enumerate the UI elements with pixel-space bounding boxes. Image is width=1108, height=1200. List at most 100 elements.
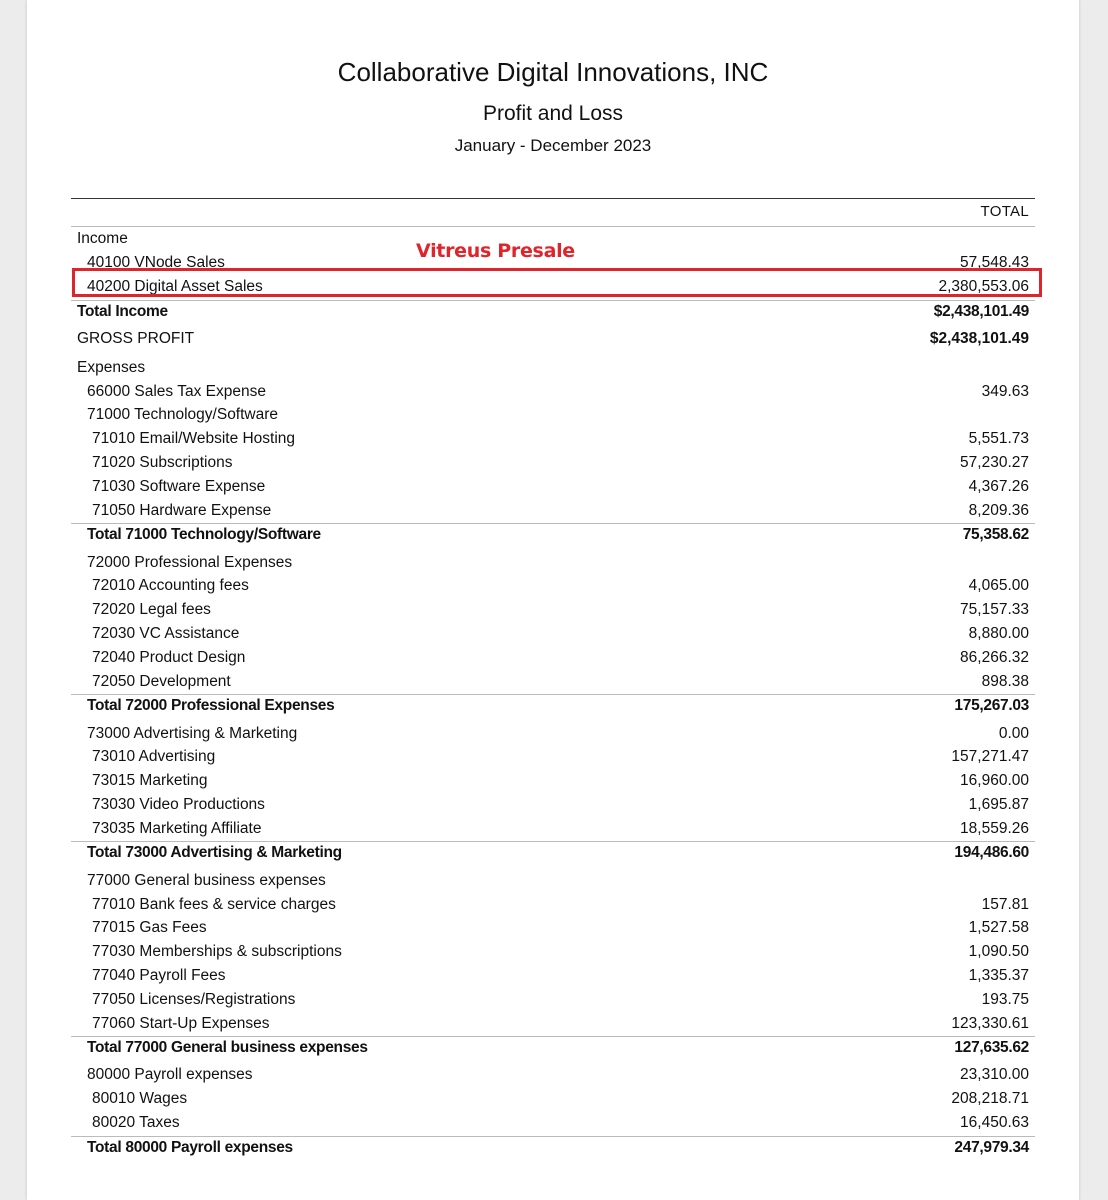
row-label: 72000 Professional Expenses [87,554,293,571]
total-row: Total 77000 General business expenses 127… [71,1036,1035,1059]
report-row: 73015 Marketing 16,960.00 [71,770,1035,792]
report-row: 73000 Advertising & Marketing 0.00 [71,723,1035,745]
row-label: 77060 Start-Up Expenses [92,1015,270,1032]
row-label: Income [77,230,128,247]
row-amount: $2,438,101.49 [933,303,1030,320]
report-title: Profit and Loss [482,102,624,125]
row-label: 71030 Software Expense [92,478,266,495]
row-label: 73010 Advertising [92,748,216,765]
row-amount: 16,450.63 [960,1114,1029,1131]
row-amount: 127,635.62 [954,1039,1029,1056]
report-row: 71020 Subscriptions 57,230.27 [71,452,1035,474]
row-label: 72020 Legal fees [92,601,211,618]
header-rule [71,198,1035,199]
report-row: Expenses [71,357,1035,379]
row-amount: 157.81 [981,896,1029,913]
row-amount: 0.00 [998,725,1029,742]
row-label: 73035 Marketing Affiliate [92,820,262,837]
row-label: 80020 Taxes [92,1114,180,1131]
report-row: 80020 Taxes 16,450.63 [71,1112,1035,1134]
report-row: 72020 Legal fees 75,157.33 [71,599,1035,621]
row-label: 77000 General business expenses [87,872,326,889]
row-amount: 193.75 [981,991,1029,1008]
row-amount: 247,979.34 [954,1139,1029,1156]
row-label: 73000 Advertising & Marketing [87,725,298,742]
row-amount: 23,310.00 [960,1066,1029,1083]
report-row: 71010 Email/Website Hosting 5,551.73 [71,428,1035,450]
report-row: 72000 Professional Expenses [71,552,1035,574]
row-label: 73030 Video Productions [92,796,265,813]
row-amount: 157,271.47 [951,748,1029,765]
report-row: 77050 Licenses/Registrations 193.75 [71,989,1035,1011]
row-label: 72050 Development [92,673,231,690]
report-row: 72050 Development 898.38 [71,671,1035,693]
row-label: 71000 Technology/Software [87,406,279,423]
row-label: Total 77000 General business expenses [87,1039,368,1056]
row-amount: 18,559.26 [960,820,1029,837]
row-label: Total 72000 Professional Expenses [87,697,335,714]
row-amount: 1,695.87 [968,796,1029,813]
row-amount: 1,527.58 [968,919,1029,936]
total-row: Total 72000 Professional Expenses 175,267… [71,694,1035,717]
row-label: 77015 Gas Fees [92,919,207,936]
report-row: 71000 Technology/Software [71,404,1035,426]
report-row: 73030 Video Productions 1,695.87 [71,794,1035,816]
row-label: Total Income [77,303,168,320]
report-row: 80000 Payroll expenses 23,310.00 [71,1064,1035,1086]
row-label: Expenses [77,359,146,376]
report-row: 80010 Wages 208,218.71 [71,1088,1035,1110]
row-amount: 5,551.73 [968,430,1029,447]
row-label: 72040 Product Design [92,649,246,666]
row-amount: 123,330.61 [951,1015,1029,1032]
row-amount: 4,367.26 [968,478,1029,495]
total-row: Total 80000 Payroll expenses 247,979.34 [71,1136,1035,1159]
report-row: 71050 Hardware Expense 8,209.36 [71,500,1035,522]
row-amount: 8,880.00 [968,625,1029,642]
row-label: 71010 Email/Website Hosting [92,430,296,447]
report-row: 71030 Software Expense 4,367.26 [71,476,1035,498]
report-row: 72010 Accounting fees 4,065.00 [71,575,1035,597]
row-amount: 1,335.37 [968,967,1029,984]
report-row: 77030 Memberships & subscriptions 1,090.5… [71,941,1035,963]
total-row: Total 71000 Technology/Software 75,358.62 [71,523,1035,546]
row-label: Total 73000 Advertising & Marketing [87,844,342,861]
row-amount: 16,960.00 [960,772,1029,789]
row-amount: 208,218.71 [951,1090,1029,1107]
row-amount: 8,209.36 [968,502,1029,519]
highlight-box [72,268,1042,297]
row-label: 72030 VC Assistance [92,625,240,642]
report-row: 73035 Marketing Affiliate 18,559.26 [71,818,1035,840]
row-label: 66000 Sales Tax Expense [87,383,266,400]
row-amount: 1,090.50 [968,943,1029,960]
row-amount: $2,438,101.49 [929,330,1029,347]
row-amount: 75,157.33 [960,601,1029,618]
total-row: Total 73000 Advertising & Marketing 194,4… [71,841,1035,864]
row-label: 71050 Hardware Expense [92,502,272,519]
report-row: 77000 General business expenses [71,870,1035,892]
row-label: Total 71000 Technology/Software [87,526,321,543]
report-row: 77010 Bank fees & service charges 157.81 [71,894,1035,916]
row-amount: 86,266.32 [960,649,1029,666]
row-amount: 57,230.27 [960,454,1029,471]
column-header-total: TOTAL [980,203,1029,220]
row-label: 77050 Licenses/Registrations [92,991,296,1008]
report-row: 77060 Start-Up Expenses 123,330.61 [71,1013,1035,1035]
row-amount: 349.63 [981,383,1029,400]
row-amount: 4,065.00 [968,577,1029,594]
row-label: Total 80000 Payroll expenses [87,1139,293,1156]
row-label: 77030 Memberships & subscriptions [92,943,342,960]
report-row: 72040 Product Design 86,266.32 [71,647,1035,669]
row-label: 80010 Wages [92,1090,188,1107]
company-name: Collaborative Digital Innovations, INC [337,57,769,87]
column-header-rule [71,226,1035,227]
report-row: 66000 Sales Tax Expense 349.63 [71,381,1035,403]
row-label: 80000 Payroll expenses [87,1066,253,1083]
report-row: GROSS PROFIT $2,438,101.49 [71,328,1035,350]
report-row: 72030 VC Assistance 8,880.00 [71,623,1035,645]
total-row: Total Income $2,438,101.49 [71,300,1035,323]
annotation-label: Vitreus Presale [416,240,575,262]
row-amount: 898.38 [981,673,1029,690]
report-row: 73010 Advertising 157,271.47 [71,746,1035,768]
row-label: 77010 Bank fees & service charges [92,896,336,913]
row-amount: 194,486.60 [954,844,1029,861]
